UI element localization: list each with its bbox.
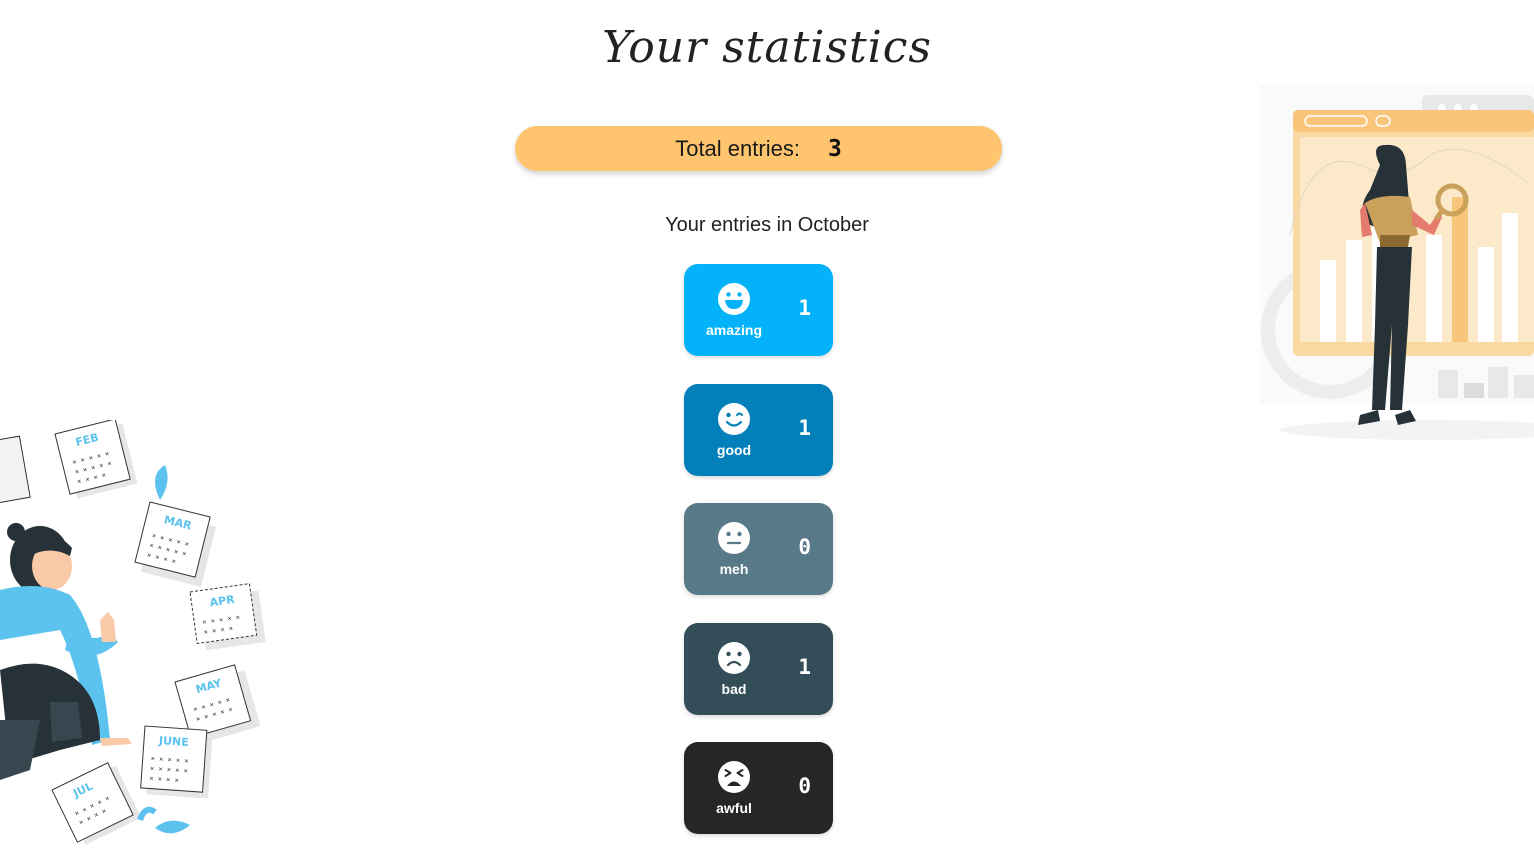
winking-face-icon — [718, 402, 750, 435]
mood-card-amazing[interactable]: amazing 1 — [684, 264, 833, 356]
calendar-page-jul: JUL × × × × × × × × × — [51, 762, 142, 845]
mood-label: amazing — [705, 322, 762, 338]
woman-figure — [0, 523, 132, 780]
mood-label: awful — [716, 800, 752, 816]
mood-label: good — [716, 441, 752, 458]
calendar-woman-illustration: FEB × × × × × × × × × × × × × × MAR × × … — [0, 420, 266, 845]
tired-face-icon — [718, 761, 750, 793]
calendar-page-mar: MAR × × × × × × × × × × × × × × — [134, 501, 216, 587]
mood-count: 0 — [798, 774, 811, 798]
leaf-decoration — [155, 820, 190, 834]
mood-label: meh — [719, 561, 749, 577]
calendar-page-partial — [0, 435, 31, 506]
total-entries-bar: Total entries: 3 — [515, 126, 1002, 171]
mood-card-good[interactable]: good 1 — [684, 383, 833, 476]
frowning-face-icon — [718, 641, 750, 674]
mood-label: bad — [721, 680, 747, 697]
mood-count: 1 — [798, 415, 811, 440]
calendar-page-apr: APR × × × × × × × × × — [189, 583, 266, 651]
analytics-woman-illustration — [1260, 85, 1534, 440]
calendar-page-feb: FEB × × × × × × × × × × × × × × — [54, 420, 138, 499]
calendar-page-june: JUNE × × × × × × × × × × × × × × — [140, 725, 213, 799]
mood-list: amazing 1 good 1 meh 0 bad 1 awful 0 — [684, 264, 833, 852]
leaf-decoration — [155, 465, 168, 500]
mood-count: 1 — [798, 296, 811, 320]
neutral-face-icon — [718, 522, 750, 554]
mood-card-meh[interactable]: meh 0 — [684, 503, 833, 595]
mood-card-awful[interactable]: awful 0 — [684, 742, 833, 834]
calendar-month-label: JUNE — [158, 734, 190, 749]
grinning-face-icon — [718, 283, 750, 315]
total-entries-label: Total entries: — [675, 135, 800, 161]
mood-count: 1 — [798, 654, 811, 679]
page-title: Your statistics — [602, 22, 932, 73]
mood-card-bad[interactable]: bad 1 — [684, 622, 833, 715]
total-entries-value: 3 — [827, 135, 842, 162]
mood-count: 0 — [798, 535, 811, 559]
